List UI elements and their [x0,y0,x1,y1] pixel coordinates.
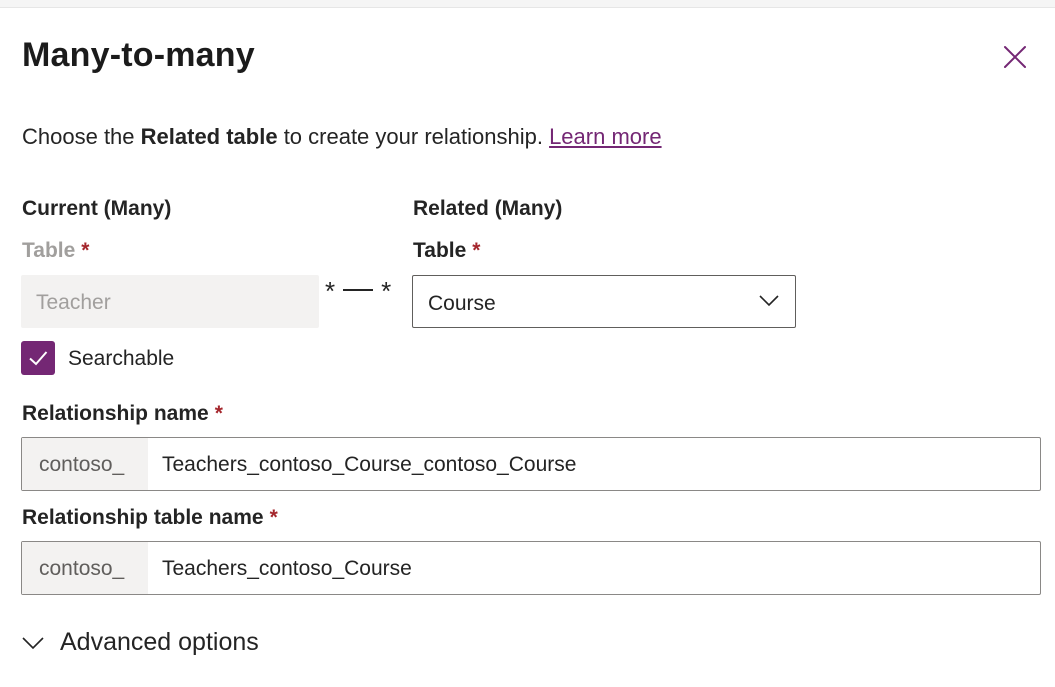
close-icon [1004,46,1026,68]
related-table-label: Table * [413,239,480,263]
chevron-down-icon [22,636,44,649]
advanced-options-toggle[interactable]: Advanced options [22,628,259,657]
relationship-name-label: Relationship name * [22,402,223,426]
description-text: Choose the Related table to create your … [22,124,662,150]
current-heading: Current (Many) [22,197,172,220]
required-marker: * [214,402,223,425]
relationship-name-prefix: contoso_ [22,438,148,490]
relationship-table-name-label-text: Relationship table name [22,506,264,529]
relationship-table-name-value[interactable]: Teachers_contoso_Course [148,542,1040,594]
relationship-name-input[interactable]: contoso_ Teachers_contoso_Course_contoso… [21,437,1041,491]
connector-right-star: * [381,276,392,306]
relationship-table-name-prefix: contoso_ [22,542,148,594]
searchable-checkbox[interactable] [21,341,55,375]
current-table-input: Teacher [21,275,319,328]
searchable-label: Searchable [68,347,175,370]
description-prefix: Choose the [22,124,141,149]
panel-top-strip [0,0,1055,8]
relationship-table-name-label: Relationship table name * [22,506,278,530]
checkmark-icon [29,351,48,366]
current-table-label-text: Table [22,239,76,262]
chevron-down-icon [759,295,779,307]
advanced-options-label: Advanced options [60,628,259,656]
panel-title: Many-to-many [22,36,255,74]
relationship-name-value[interactable]: Teachers_contoso_Course_contoso_Course [148,438,1040,490]
related-table-dropdown[interactable]: Course [412,275,796,328]
description-bold: Related table [140,124,278,149]
required-marker: * [472,239,481,262]
related-table-label-text: Table [413,239,467,262]
related-heading: Related (Many) [413,197,563,220]
required-marker: * [81,239,90,262]
description-suffix: to create your relationship. [277,124,550,149]
learn-more-link[interactable]: Learn more [549,124,662,149]
related-table-value: Course [428,292,496,315]
relationship-table-name-input[interactable]: contoso_ Teachers_contoso_Course [21,541,1041,595]
close-button[interactable] [1000,42,1030,72]
connector-left-star: * [325,276,336,306]
current-table-label: Table * [22,239,89,263]
required-marker: * [269,506,278,529]
many-to-many-connector: * * [325,276,391,307]
connector-line [343,289,374,292]
relationship-name-label-text: Relationship name [22,402,209,425]
